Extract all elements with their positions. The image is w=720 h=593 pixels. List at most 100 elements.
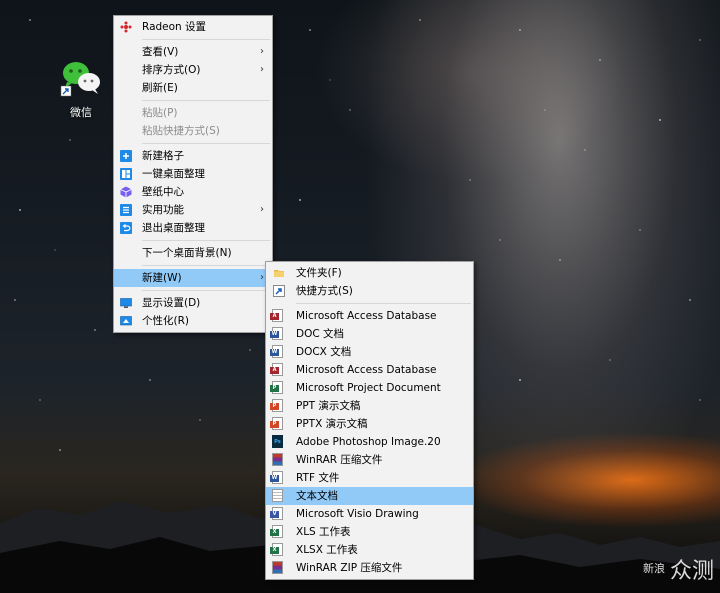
submenu-item-access-database-2[interactable]: A Microsoft Access Database [266, 361, 473, 379]
submenu-item-label: RTF 文件 [296, 472, 340, 484]
menu-item-sort[interactable]: 排序方式(O) › [114, 61, 272, 79]
access-icon: A [270, 363, 283, 376]
submenu-item-label: WinRAR 压缩文件 [296, 454, 383, 466]
menu-item-label: 实用功能 [142, 204, 184, 216]
submenu-item-label: DOC 文档 [296, 328, 345, 340]
menu-item-exit-organize[interactable]: 退出桌面整理 [114, 219, 272, 237]
submenu-item-xls[interactable]: X XLS 工作表 [266, 523, 473, 541]
submenu-item-text-document[interactable]: 文本文档 [266, 487, 473, 505]
menu-item-personalize[interactable]: 个性化(R) [114, 312, 272, 330]
photoshop-icon: Ps [272, 435, 283, 448]
submenu-item-photoshop[interactable]: Ps Adobe Photoshop Image.20 [266, 433, 473, 451]
menu-item-label: 粘贴(P) [142, 107, 178, 119]
undo-icon [120, 222, 132, 234]
menu-separator [142, 143, 270, 144]
submenu-item-ppt[interactable]: P PPT 演示文稿 [266, 397, 473, 415]
submenu-item-doc[interactable]: W DOC 文档 [266, 325, 473, 343]
docx-icon: W [270, 345, 283, 358]
menu-item-paste: 粘贴(P) [114, 104, 272, 122]
menu-item-label: 显示设置(D) [142, 297, 201, 309]
menu-item-label: 新建格子 [142, 150, 184, 162]
menu-item-label: 查看(V) [142, 46, 179, 58]
submenu-item-project[interactable]: P Microsoft Project Document [266, 379, 473, 397]
submenu-item-label: 快捷方式(S) [296, 285, 353, 297]
submenu-item-label: Microsoft Access Database [296, 310, 437, 322]
submenu-item-label: 文本文档 [296, 490, 338, 502]
submenu-item-label: Microsoft Access Database [296, 364, 437, 376]
rtf-icon: W [270, 471, 283, 484]
menu-item-label: 排序方式(O) [142, 64, 201, 76]
pptx-icon: P [270, 417, 283, 430]
menu-separator [142, 39, 270, 40]
menu-separator [142, 240, 270, 241]
text-file-icon [272, 489, 283, 502]
plus-box-icon [120, 150, 132, 162]
chevron-right-icon: › [260, 64, 264, 75]
submenu-item-label: DOCX 文档 [296, 346, 352, 358]
menu-item-refresh[interactable]: 刷新(E) [114, 79, 272, 97]
submenu-item-access-database[interactable]: A Microsoft Access Database [266, 307, 473, 325]
menu-item-next-background[interactable]: 下一个桌面背景(N) [114, 244, 272, 262]
wechat-icon [60, 62, 100, 97]
menu-item-paste-shortcut: 粘贴快捷方式(S) [114, 122, 272, 140]
menu-separator [142, 290, 270, 291]
menu-separator [142, 100, 270, 101]
chevron-right-icon: › [260, 204, 264, 215]
menu-item-radeon-settings[interactable]: Radeon 设置 [114, 18, 272, 36]
submenu-item-pptx[interactable]: P PPTX 演示文稿 [266, 415, 473, 433]
xlsx-icon: X [270, 543, 283, 556]
shortcut-icon [273, 285, 285, 297]
submenu-item-label: Microsoft Project Document [296, 382, 441, 394]
menu-item-label: 新建(W) [142, 272, 182, 284]
submenu-item-label: XLSX 工作表 [296, 544, 358, 556]
ppt-icon: P [270, 399, 283, 412]
winrar-zip-icon [272, 561, 283, 574]
submenu-item-shortcut[interactable]: 快捷方式(S) [266, 282, 473, 300]
new-submenu: 文件夹(F) 快捷方式(S) A Microsoft Access Databa… [265, 261, 474, 580]
menu-item-utilities[interactable]: 实用功能 › [114, 201, 272, 219]
menu-item-label: 壁纸中心 [142, 186, 184, 198]
wechat-desktop-icon[interactable]: 微信 [56, 58, 106, 120]
menu-item-label: 一键桌面整理 [142, 168, 205, 180]
menu-item-view[interactable]: 查看(V) › [114, 43, 272, 61]
submenu-item-label: WinRAR ZIP 压缩文件 [296, 562, 403, 574]
chevron-right-icon: › [260, 46, 264, 57]
desktop-context-menu: Radeon 设置 查看(V) › 排序方式(O) › 刷新(E) 粘贴(P) … [113, 15, 273, 333]
submenu-item-visio[interactable]: V Microsoft Visio Drawing [266, 505, 473, 523]
submenu-item-winrar[interactable]: WinRAR 压缩文件 [266, 451, 473, 469]
list-icon [120, 204, 132, 216]
submenu-item-label: PPT 演示文稿 [296, 400, 361, 412]
visio-icon: V [270, 507, 283, 520]
wallpaper-cube-icon [120, 186, 132, 198]
submenu-item-label: PPTX 演示文稿 [296, 418, 368, 430]
menu-item-display-settings[interactable]: 显示设置(D) [114, 294, 272, 312]
menu-item-new-grid[interactable]: 新建格子 [114, 147, 272, 165]
xls-icon: X [270, 525, 283, 538]
access-icon: A [270, 309, 283, 322]
doc-icon: W [270, 327, 283, 340]
menu-item-new[interactable]: 新建(W) › [114, 269, 272, 287]
submenu-item-label: 文件夹(F) [296, 267, 342, 279]
menu-separator [296, 303, 471, 304]
submenu-item-rtf[interactable]: W RTF 文件 [266, 469, 473, 487]
submenu-item-docx[interactable]: W DOCX 文档 [266, 343, 473, 361]
layout-icon [120, 168, 132, 180]
menu-item-label: 个性化(R) [142, 315, 189, 327]
watermark-small-text: 新浪 [642, 562, 665, 575]
menu-item-label: 下一个桌面背景(N) [142, 247, 232, 259]
menu-item-label: 刷新(E) [142, 82, 178, 94]
submenu-item-label: XLS 工作表 [296, 526, 351, 538]
submenu-item-winrar-zip[interactable]: WinRAR ZIP 压缩文件 [266, 559, 473, 577]
submenu-item-label: Adobe Photoshop Image.20 [296, 436, 441, 448]
menu-item-one-click-organize[interactable]: 一键桌面整理 [114, 165, 272, 183]
submenu-item-xlsx[interactable]: X XLSX 工作表 [266, 541, 473, 559]
menu-item-label: Radeon 设置 [142, 21, 207, 33]
menu-separator [142, 265, 270, 266]
project-icon: P [270, 381, 283, 394]
winrar-icon [272, 453, 283, 466]
menu-item-wallpaper-center[interactable]: 壁纸中心 [114, 183, 272, 201]
watermark-big-text: 众测 [669, 559, 714, 584]
submenu-item-folder[interactable]: 文件夹(F) [266, 264, 473, 282]
wechat-label: 微信 [70, 106, 92, 119]
folder-icon [274, 270, 284, 277]
